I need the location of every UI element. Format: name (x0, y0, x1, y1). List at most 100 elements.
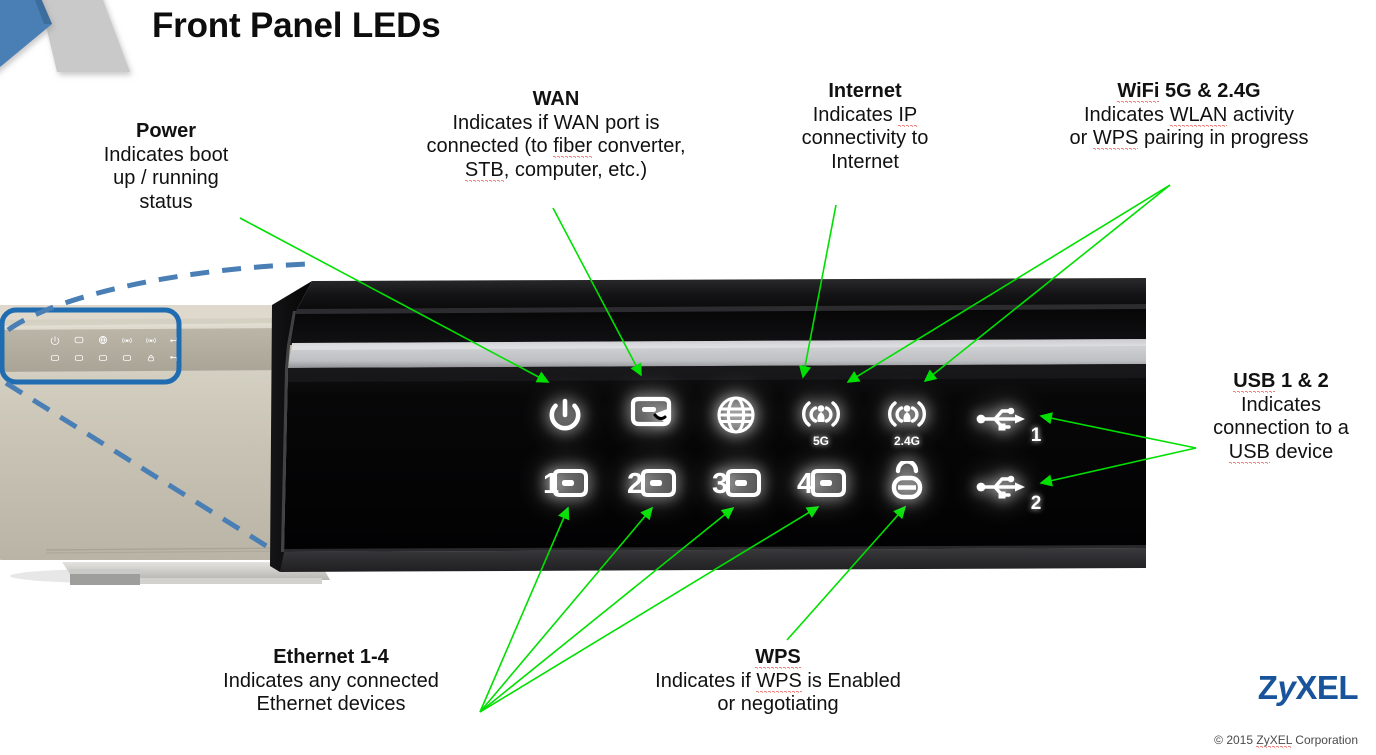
callout-power-line-1: Indicates boot (103, 144, 229, 167)
ethernet2-led: 2 (618, 453, 684, 513)
arrow-internet (799, 204, 837, 379)
wifi-5g-led: 5G (788, 385, 854, 448)
callout-wan-heading: WAN (532, 88, 580, 110)
arrow-power (239, 217, 550, 383)
callout-internet-line-2: connectivity to (801, 127, 929, 150)
spellcheck-fiber: fiber (553, 135, 593, 159)
callout-internet: Internet Indicates IP connectivity to In… (772, 80, 958, 174)
copyright-suffix: Corporation (1291, 733, 1358, 747)
router-foot (62, 562, 330, 580)
wifi-icon (888, 401, 926, 427)
wifi-24g-sublabel: 2.4G (893, 434, 920, 448)
callout-wifi-line-2: or WPS pairing in progress (1069, 127, 1309, 151)
callout-power: Power Indicates boot up / running status (78, 120, 254, 214)
callout-ethernet-line-2: Ethernet devices (256, 693, 406, 716)
svg-text:4: 4 (797, 468, 813, 500)
panel-top-face (296, 278, 1146, 311)
dash-line-lower (4, 380, 302, 570)
callout-internet-line-1: Indicates IP (812, 104, 918, 128)
ethernet1-led: 1 (532, 453, 598, 513)
callout-wifi: WiFi 5G & 2.4G Indicates WLAN activity o… (1024, 80, 1354, 151)
spellcheck-wps-wifi: WPS (1092, 127, 1139, 151)
usb1-sublabel: 1 (1030, 425, 1042, 446)
lan-port-icon: 3 (712, 468, 761, 500)
inset-led-icons-bottom (50, 355, 180, 362)
callout-internet-line-3: Internet (831, 150, 899, 173)
router-body (0, 305, 292, 560)
callout-wps-line-1: Indicates if WPS is Enabled (655, 670, 901, 694)
arrow-wifi-24g (923, 184, 1171, 382)
wifi-icon (802, 401, 840, 427)
callout-wan-line-3: STB, computer, etc.) (464, 158, 648, 182)
power-led (532, 385, 598, 445)
usb2-sublabel: 2 (1030, 493, 1042, 514)
zyxel-logo-z: Z (1257, 669, 1278, 706)
inset-led-icons-top (50, 336, 180, 346)
zyxel-logo-xel: XEL (1295, 669, 1358, 706)
gray-triangle-shape (39, 0, 130, 72)
wps-led (874, 453, 940, 513)
router-inset-photo (0, 305, 330, 584)
callout-internet-heading: Internet (828, 80, 902, 102)
callout-usb-line-2: connection to a (1213, 417, 1349, 440)
arrow-wifi-5g (846, 184, 1171, 383)
callout-wifi-line-1: Indicates WLAN activity (1083, 104, 1295, 128)
spellcheck-wps-body: WPS (756, 670, 802, 694)
callout-wan-line-1: Indicates if WAN port is (452, 112, 660, 135)
callout-wps-heading: WPS (608, 646, 948, 669)
spellcheck-ip: IP (898, 104, 918, 128)
spellcheck-usb: USB (1228, 440, 1270, 464)
callout-power-line-2: up / running (113, 167, 219, 190)
callout-ethernet: Ethernet 1-4 Indicates any connected Eth… (172, 646, 490, 717)
wifi-5g-sublabel: 5G (812, 434, 829, 448)
corner-decoration (0, 0, 130, 72)
router-led-band (0, 325, 292, 372)
lan-port-icon: 4 (797, 468, 846, 500)
blue-chevron-shape (0, 0, 52, 68)
usb-icon (976, 475, 1025, 499)
arrow-wan (552, 207, 642, 377)
spellcheck-usb-hd: USB (1233, 370, 1276, 393)
dash-line-upper (6, 261, 311, 333)
callout-usb-heading: USB 1 & 2 (1233, 370, 1329, 393)
arrow-wps (786, 505, 907, 641)
internet-led (703, 385, 769, 445)
zyxel-logo-y: y (1277, 669, 1296, 706)
wan-port-icon (630, 396, 672, 427)
callout-ethernet-line-1: Indicates any connected (223, 670, 439, 693)
spellcheck-zyxel: ZyXEL (1256, 733, 1292, 748)
callout-wan-line-2: connected (to fiber converter, (426, 135, 686, 159)
lan-port-icon: 1 (543, 468, 588, 500)
inset-highlight-box (0, 307, 182, 385)
led-icon-grid: 5G 2.4G 1 1 2 3 4 2 (500, 385, 1120, 514)
callout-usb: USB 1 & 2 Indicates connection to a USB … (1186, 370, 1376, 464)
callout-wifi-heading: WiFi 5G & 2.4G (1117, 80, 1261, 103)
copyright-notice: © 2015 ZyXEL Corporation (1214, 733, 1358, 748)
panel-silver-stripe (288, 339, 1146, 370)
page-title: Front Panel LEDs (152, 6, 441, 45)
spellcheck-wps-hd: WPS (755, 646, 801, 669)
svg-text:2: 2 (627, 468, 643, 500)
globe-icon (717, 396, 755, 434)
svg-text:3: 3 (712, 468, 728, 500)
ethernet3-led: 3 (703, 453, 769, 513)
panel-left-side (270, 281, 312, 572)
wps-lock-icon (891, 461, 923, 500)
callout-wan: WAN Indicates if WAN port is connected (… (388, 88, 724, 182)
zyxel-logo: ZyXEL (1257, 669, 1359, 707)
spellcheck-wifi: WiFi (1117, 80, 1160, 103)
spellcheck-stb: STB (464, 158, 504, 182)
ethernet4-led: 4 (788, 453, 854, 513)
callout-usb-line-3: USB device (1228, 440, 1334, 464)
usb1-led: 1 (962, 389, 1046, 449)
power-icon (549, 398, 581, 431)
spellcheck-wlan: WLAN (1169, 104, 1228, 128)
blue-chevron-dark-edge (34, 0, 52, 24)
panel-base-plinth (280, 548, 1146, 572)
callout-wps: WPS Indicates if WPS is Enabled or negot… (608, 646, 948, 717)
usb2-led: 2 (962, 457, 1046, 517)
copyright-prefix: © 2015 (1214, 733, 1257, 747)
callout-ethernet-heading: Ethernet 1-4 (273, 646, 389, 668)
lan-port-icon: 2 (627, 468, 676, 500)
callout-usb-line-1: Indicates (1240, 394, 1322, 417)
